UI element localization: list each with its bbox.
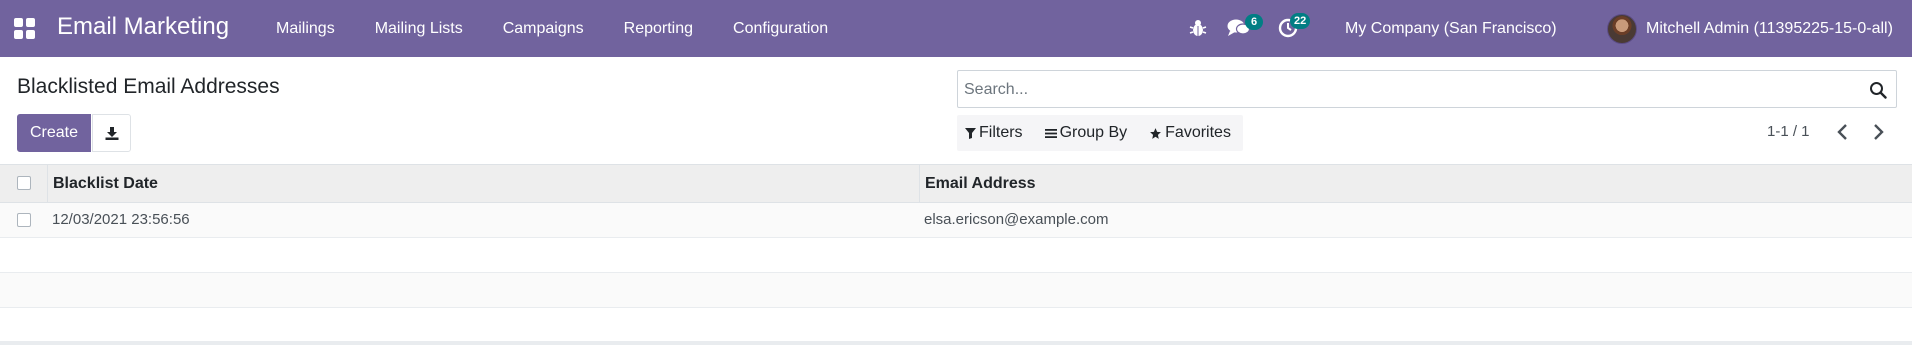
- favorites-label: Favorites: [1165, 124, 1231, 141]
- empty-table-row: [0, 273, 1912, 308]
- group-by-dropdown[interactable]: Group By: [1044, 124, 1128, 142]
- column-divider: [919, 165, 920, 202]
- email-address-cell: elsa.ericson@example.com: [924, 211, 1109, 228]
- search-icon[interactable]: [1869, 81, 1887, 99]
- pager-value[interactable]: 1-1 / 1: [1767, 123, 1810, 140]
- app-brand[interactable]: Email Marketing: [57, 13, 229, 41]
- download-icon: [105, 127, 118, 140]
- table-header: Blacklist Date Email Address: [0, 165, 1912, 203]
- column-divider: [47, 165, 48, 202]
- select-all-checkbox[interactable]: [17, 176, 31, 190]
- search-input[interactable]: [964, 79, 1844, 101]
- filters-dropdown[interactable]: Filters: [965, 124, 1023, 142]
- company-switcher[interactable]: My Company (San Francisco): [1345, 0, 1557, 57]
- filter-icon: [965, 128, 976, 139]
- menu-item-campaigns[interactable]: Campaigns: [483, 0, 604, 57]
- page-title: Blacklisted Email Addresses: [17, 75, 280, 98]
- row-checkbox[interactable]: [17, 213, 31, 227]
- star-icon: [1150, 127, 1162, 139]
- apps-menu-icon[interactable]: [14, 18, 36, 40]
- bars-icon: [1044, 128, 1057, 138]
- user-menu[interactable]: Mitchell Admin (11395225-15-0-all): [1646, 0, 1893, 57]
- menu-item-mailing-lists[interactable]: Mailing Lists: [355, 0, 483, 57]
- create-button[interactable]: Create: [17, 114, 91, 152]
- search-options-bar: Filters Group By Favorites: [957, 115, 1243, 151]
- activities-badge: 22: [1290, 13, 1311, 29]
- group-by-label: Group By: [1059, 124, 1128, 141]
- favorites-dropdown[interactable]: Favorites: [1149, 124, 1231, 142]
- empty-table-row: [0, 238, 1912, 273]
- debug-bug-icon[interactable]: [1189, 18, 1207, 38]
- blacklist-date-cell: 12/03/2021 23:56:56: [52, 211, 190, 228]
- menu-item-reporting[interactable]: Reporting: [604, 0, 713, 57]
- chevron-left-icon[interactable]: [1835, 122, 1851, 142]
- search-bar: [957, 70, 1897, 108]
- table-row[interactable]: 12/03/2021 23:56:56 elsa.ericson@example…: [0, 203, 1912, 238]
- chevron-right-icon[interactable]: [1870, 122, 1886, 142]
- column-header-email-address[interactable]: Email Address: [925, 165, 1036, 202]
- user-avatar[interactable]: [1607, 14, 1637, 44]
- main-menu: Mailings Mailing Lists Campaigns Reporti…: [276, 0, 848, 57]
- export-button[interactable]: [92, 114, 131, 152]
- menu-item-configuration[interactable]: Configuration: [713, 0, 848, 57]
- filters-label: Filters: [979, 124, 1023, 141]
- top-navbar: Email Marketing Mailings Mailing Lists C…: [0, 0, 1912, 57]
- messages-badge: 6: [1245, 14, 1263, 30]
- column-header-blacklist-date[interactable]: Blacklist Date: [53, 165, 158, 202]
- menu-item-mailings[interactable]: Mailings: [276, 0, 355, 57]
- empty-table-row: [0, 308, 1912, 342]
